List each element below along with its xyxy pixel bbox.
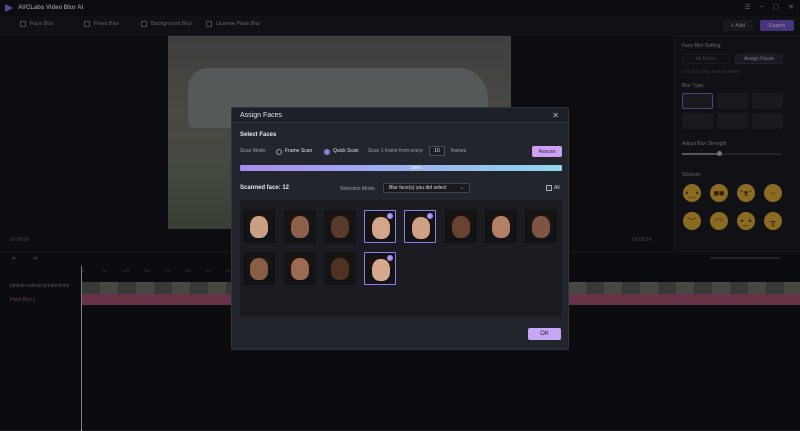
quick-scan-label[interactable]: Quick Scan	[333, 148, 359, 154]
face-image	[291, 216, 309, 238]
face-image	[250, 258, 268, 280]
selection-mode-value: Blur face(s) you did select	[389, 185, 447, 191]
face-thumbnail[interactable]	[284, 210, 316, 243]
ok-button[interactable]: OK	[528, 328, 561, 340]
select-all-label[interactable]: All	[554, 185, 560, 191]
quick-scan-radio[interactable]	[324, 149, 330, 155]
select-all-checkbox[interactable]: –	[546, 185, 552, 191]
frames-interval-input[interactable]: 10	[429, 146, 445, 156]
face-image	[412, 217, 430, 239]
selected-check-icon: ✓	[427, 213, 433, 219]
selection-mode-dropdown[interactable]: Blur face(s) you did select ⌄	[383, 183, 470, 193]
face-thumbnail[interactable]	[324, 252, 356, 285]
face-image	[331, 258, 349, 280]
face-image	[291, 258, 309, 280]
frame-scan-radio[interactable]	[276, 149, 282, 155]
scan-mode-row: Scan Mode: Frame Scan Quick Scan Scan 1 …	[240, 146, 562, 158]
selection-mode-label: Selection Mode:	[340, 186, 376, 192]
face-image	[452, 216, 470, 238]
chevron-down-icon: ⌄	[459, 185, 464, 191]
face-thumbnail[interactable]: ✓	[364, 210, 396, 243]
select-faces-title: Select Faces	[240, 132, 277, 138]
selected-check-icon: ✓	[387, 213, 393, 219]
face-thumbnail[interactable]	[445, 210, 477, 243]
face-thumbnail[interactable]	[525, 210, 557, 243]
scan-progress-bar: 100%	[240, 165, 562, 171]
faces-grid: ✓ ✓ ✓	[240, 200, 562, 317]
rescan-button[interactable]: Rescan	[532, 146, 562, 157]
scan-every-label: Scan 1 frame from every	[368, 148, 423, 154]
face-thumbnail[interactable]	[243, 210, 275, 243]
progress-text: 100%	[410, 165, 422, 170]
dialog-title: Assign Faces	[240, 111, 283, 119]
scan-mode-label: Scan Mode:	[240, 148, 267, 154]
face-image	[492, 216, 510, 238]
progress-fill	[240, 165, 562, 171]
face-thumbnail[interactable]: ✓	[404, 210, 436, 243]
face-thumbnail[interactable]	[284, 252, 316, 285]
scanned-face-count: Scanned face: 12	[240, 185, 290, 191]
face-thumbnail[interactable]	[324, 210, 356, 243]
face-image	[372, 259, 390, 281]
dialog-header: Assign Faces	[232, 108, 568, 123]
assign-faces-dialog: Assign Faces ✕ Select Faces Scan Mode: F…	[231, 107, 569, 350]
face-thumbnail[interactable]	[243, 252, 275, 285]
selected-check-icon: ✓	[387, 255, 393, 261]
face-image	[372, 217, 390, 239]
frames-unit-label: frames	[451, 148, 467, 154]
face-image	[331, 216, 349, 238]
face-image	[532, 216, 550, 238]
face-image	[250, 216, 268, 238]
face-thumbnail[interactable]: ✓	[364, 252, 396, 285]
close-icon[interactable]: ✕	[552, 111, 559, 120]
face-thumbnail[interactable]	[485, 210, 517, 243]
frame-scan-label[interactable]: Frame Scan	[285, 148, 312, 154]
